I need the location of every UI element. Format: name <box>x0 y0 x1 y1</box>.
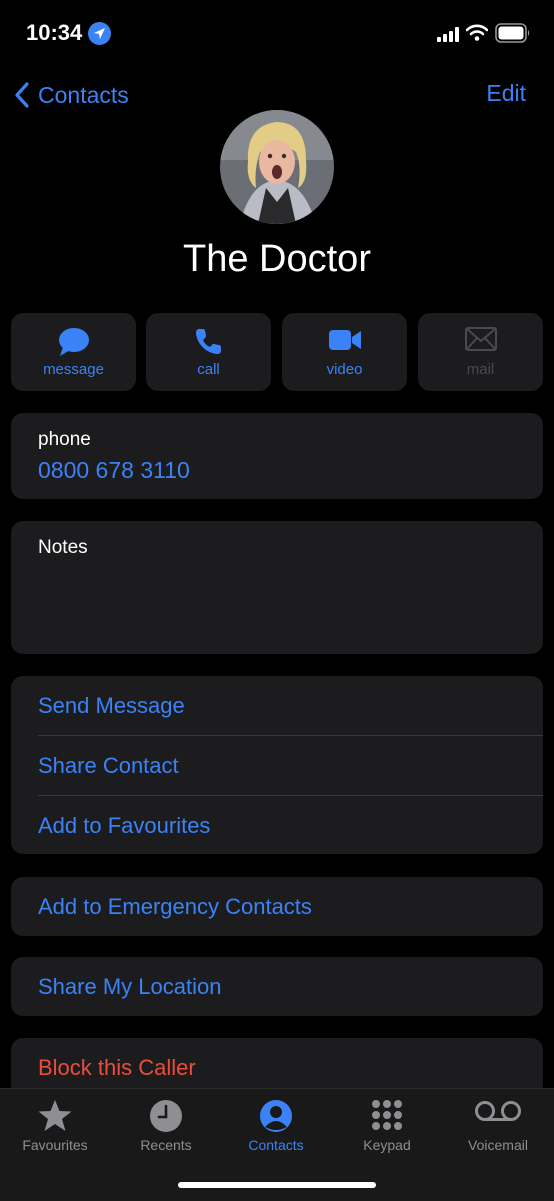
person-circle-icon <box>260 1100 292 1132</box>
contact-name: The Doctor <box>183 238 371 280</box>
mail-action-button[interactable]: mail <box>418 313 543 391</box>
send-message-button[interactable]: Send Message <box>38 676 543 736</box>
envelope-icon <box>464 327 497 351</box>
home-indicator[interactable] <box>178 1182 376 1188</box>
battery-icon <box>495 23 530 43</box>
add-to-favourites-button[interactable]: Add to Favourites <box>38 796 543 855</box>
video-action-button[interactable]: video <box>282 313 407 391</box>
tab-keypad-label: Keypad <box>363 1137 411 1153</box>
add-to-emergency-contacts-button[interactable]: Add to Emergency Contacts <box>38 877 543 936</box>
tab-favourites[interactable]: Favourites <box>0 1089 110 1159</box>
share-my-location-button[interactable]: Share My Location <box>38 957 543 1016</box>
avatar <box>220 110 334 224</box>
tab-voicemail[interactable]: Voicemail <box>443 1089 553 1159</box>
call-action-label: call <box>197 361 220 378</box>
phone-card: phone 0800 678 3110 <box>11 413 543 499</box>
tab-voicemail-label: Voicemail <box>468 1137 528 1153</box>
location-arrow-icon <box>88 22 111 45</box>
notes-card[interactable]: Notes <box>11 521 543 654</box>
phone-number-link[interactable]: 0800 678 3110 <box>38 457 190 484</box>
share-location-group: Share My Location <box>11 957 543 1016</box>
message-action-label: message <box>43 361 104 378</box>
tab-favourites-label: Favourites <box>22 1137 88 1153</box>
tab-contacts[interactable]: Contacts <box>221 1089 331 1159</box>
status-bar: 10:34 <box>0 0 554 66</box>
message-bubble-icon <box>58 328 89 356</box>
chevron-left-icon <box>15 82 29 108</box>
message-action-button[interactable]: message <box>11 313 136 391</box>
mail-action-label: mail <box>466 361 495 378</box>
cellular-signal-icon <box>437 27 459 42</box>
back-label: Contacts <box>38 81 129 108</box>
quick-actions: message call video mail <box>11 313 543 391</box>
video-action-label: video <box>326 361 363 378</box>
back-button[interactable]: Contacts <box>14 78 129 112</box>
status-time: 10:34 <box>26 20 83 45</box>
star-icon <box>38 1100 72 1131</box>
tab-recents-label: Recents <box>140 1137 192 1153</box>
tab-keypad[interactable]: Keypad <box>332 1089 442 1159</box>
share-contact-button[interactable]: Share Contact <box>38 736 543 796</box>
tab-recents[interactable]: Recents <box>111 1089 221 1159</box>
edit-button[interactable]: Edit <box>486 80 526 107</box>
video-camera-icon <box>328 330 361 350</box>
wifi-icon <box>466 24 488 41</box>
notes-label: Notes <box>38 537 88 558</box>
emergency-contacts-group: Add to Emergency Contacts <box>11 877 543 936</box>
voicemail-icon <box>475 1101 521 1121</box>
phone-label: phone <box>38 429 91 450</box>
call-action-button[interactable]: call <box>146 313 271 391</box>
tab-contacts-label: Contacts <box>248 1137 304 1153</box>
keypad-icon <box>372 1100 402 1130</box>
phone-icon <box>195 329 221 354</box>
clock-icon <box>150 1100 182 1132</box>
contact-options-group: Send Message Share Contact Add to Favour… <box>11 676 543 854</box>
